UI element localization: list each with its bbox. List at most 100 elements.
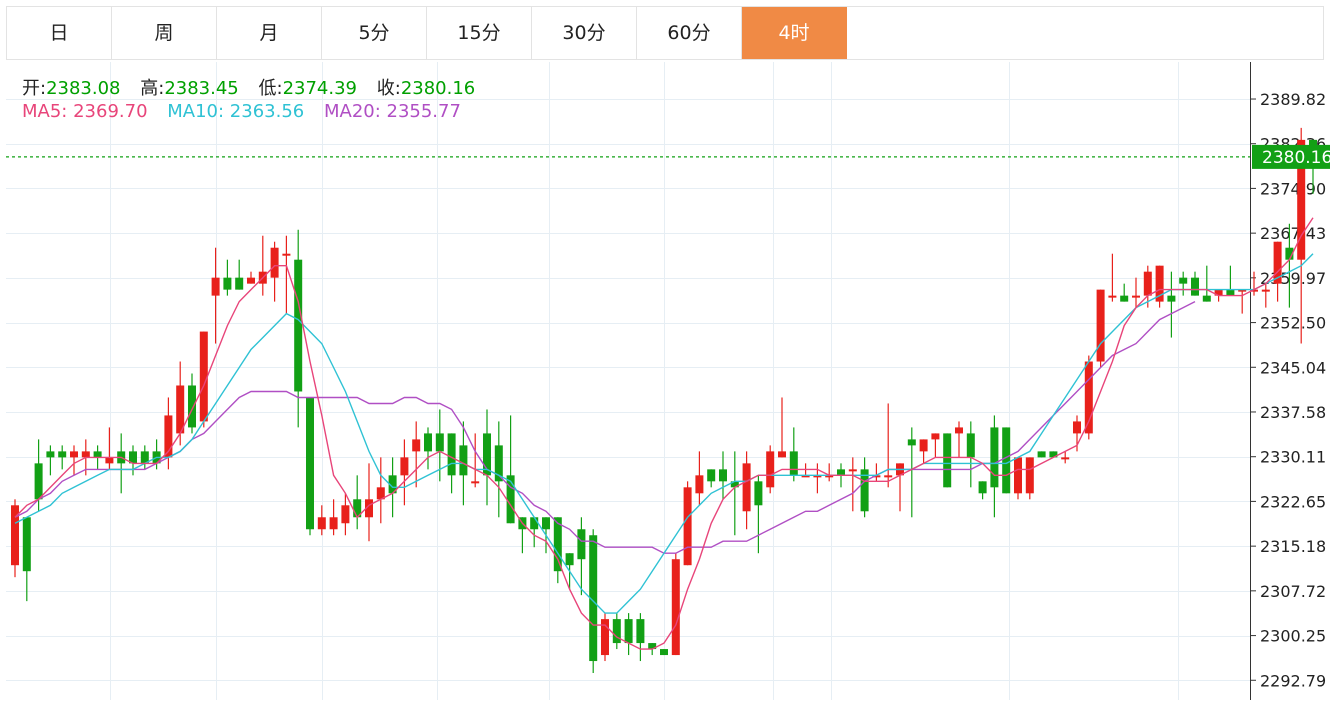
- candle-body: [530, 517, 539, 530]
- candle: [955, 421, 963, 458]
- candle: [129, 445, 137, 476]
- candle-body: [577, 529, 586, 560]
- candle: [1014, 457, 1022, 500]
- candle: [1167, 271, 1176, 338]
- candle: [896, 463, 904, 512]
- candle: [1250, 271, 1258, 296]
- gridlines: [6, 62, 1250, 700]
- candle: [966, 421, 975, 488]
- y-tick-label: 2330.11: [1260, 448, 1326, 467]
- candle-body: [471, 481, 480, 484]
- candle-body: [223, 277, 232, 290]
- candle-body: [754, 481, 763, 506]
- candle: [506, 415, 515, 524]
- candle-body: [837, 469, 845, 476]
- candle: [117, 433, 126, 494]
- candle-body: [270, 247, 279, 278]
- candle-body: [683, 487, 692, 566]
- candle-body: [400, 457, 409, 476]
- ma5-value: MA5: 2369.70: [22, 101, 148, 122]
- candle: [317, 505, 326, 536]
- candle: [58, 445, 67, 470]
- candle-body: [1167, 295, 1176, 302]
- candle-body: [235, 277, 244, 290]
- y-tick-label: 2315.18: [1260, 537, 1326, 556]
- candle: [624, 613, 633, 656]
- candle: [140, 445, 149, 470]
- candle: [660, 649, 668, 656]
- candle-body: [294, 259, 303, 392]
- candle: [22, 517, 31, 602]
- low-value: 2374.39: [282, 78, 358, 99]
- candle-body: [34, 463, 43, 500]
- y-tick-label: 2374.90: [1260, 179, 1326, 198]
- y-tick-label: 2300.25: [1260, 627, 1326, 646]
- candle: [789, 427, 798, 482]
- candle: [742, 451, 751, 530]
- candle-body: [306, 397, 314, 530]
- candle-body: [1073, 421, 1081, 434]
- candle-body: [211, 277, 220, 296]
- candle: [872, 463, 881, 482]
- candle: [1002, 427, 1011, 494]
- open-value: 2383.08: [46, 78, 121, 99]
- candle: [943, 433, 952, 488]
- candle-body: [247, 277, 255, 284]
- candle-body: [919, 439, 928, 452]
- y-tick-label: 2292.79: [1260, 671, 1326, 690]
- candle: [707, 469, 716, 488]
- candle: [223, 259, 232, 296]
- candle: [70, 445, 78, 476]
- candle: [754, 475, 763, 554]
- candle-body: [778, 451, 786, 458]
- y-tick-label: 2367.43: [1260, 224, 1326, 243]
- candle: [778, 397, 786, 458]
- candle: [306, 397, 314, 536]
- candle: [766, 445, 775, 494]
- candle-body: [966, 433, 975, 458]
- candle: [376, 457, 385, 524]
- candle: [400, 439, 409, 506]
- candle-body: [58, 451, 67, 458]
- candle-body: [695, 475, 704, 494]
- candle: [46, 445, 55, 476]
- high-value: 2383.45: [164, 78, 239, 99]
- close-value: 2380.16: [400, 78, 476, 99]
- y-tick-label: 2337.58: [1260, 403, 1326, 422]
- candle: [1108, 253, 1117, 302]
- candle-body: [317, 517, 326, 530]
- candle-body: [93, 451, 102, 458]
- candle-body: [46, 451, 55, 458]
- candle: [471, 433, 480, 488]
- candle-body: [671, 559, 680, 656]
- candle: [353, 475, 362, 530]
- candle: [931, 433, 940, 458]
- low-label: 低:: [258, 78, 283, 99]
- candle: [695, 451, 704, 506]
- candle-body: [707, 469, 716, 482]
- y-tick-label: 2359.97: [1260, 269, 1326, 288]
- candle-body: [412, 439, 421, 452]
- y-tick-label: 2352.50: [1260, 314, 1326, 333]
- candle-body: [22, 517, 31, 572]
- candle-body: [943, 433, 952, 488]
- candle: [577, 517, 586, 596]
- candle: [601, 613, 609, 662]
- candle-body: [1096, 289, 1105, 362]
- candle: [919, 439, 928, 464]
- candle: [719, 451, 727, 500]
- candle-body: [1037, 451, 1046, 458]
- candle: [494, 421, 503, 518]
- candle-body: [188, 385, 196, 428]
- candle-body: [624, 619, 633, 644]
- candle-body: [70, 451, 78, 458]
- candle-body: [990, 427, 999, 488]
- candle-body: [105, 457, 114, 464]
- candle-body: [1132, 295, 1140, 298]
- candle: [270, 241, 279, 302]
- candle: [671, 553, 680, 656]
- candle: [553, 517, 562, 584]
- candle-body: [719, 469, 727, 482]
- candle: [813, 463, 822, 494]
- candle-body: [329, 517, 338, 530]
